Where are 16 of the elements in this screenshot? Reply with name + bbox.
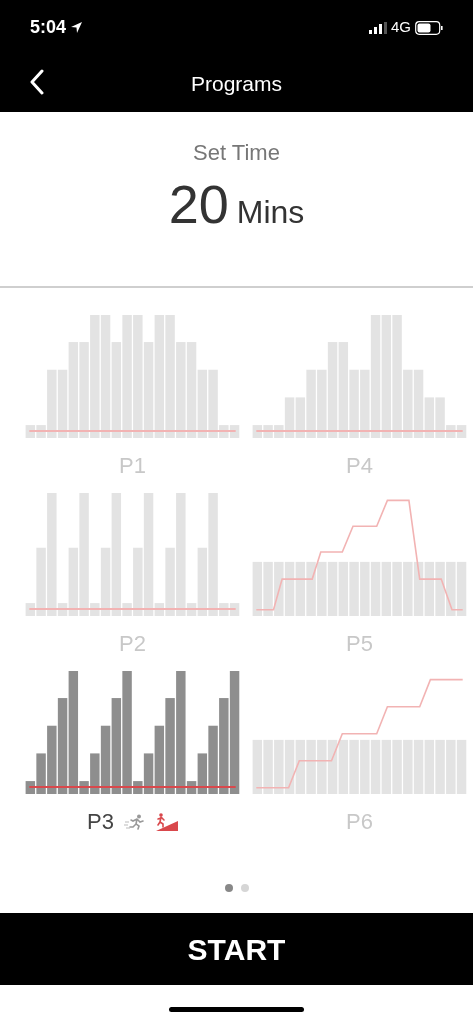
time-value: 20 [168,177,229,231]
page-dot[interactable] [224,884,233,892]
location-arrow-icon [70,21,84,34]
screen-title: Programs [191,70,282,97]
start-button[interactable]: START [0,913,473,985]
status-time: 5:04 [30,16,67,39]
program-label: P3 [87,808,114,836]
back-button[interactable] [30,69,44,95]
page-dot[interactable] [240,884,249,892]
signal-icon [369,21,387,34]
time-unit: Mins [236,193,305,232]
set-time-label: Set Time [193,139,280,167]
network-label: 4G [391,17,411,38]
uphill-runner-icon [155,812,178,831]
runner-icon [123,813,146,830]
battery-icon [415,20,443,35]
